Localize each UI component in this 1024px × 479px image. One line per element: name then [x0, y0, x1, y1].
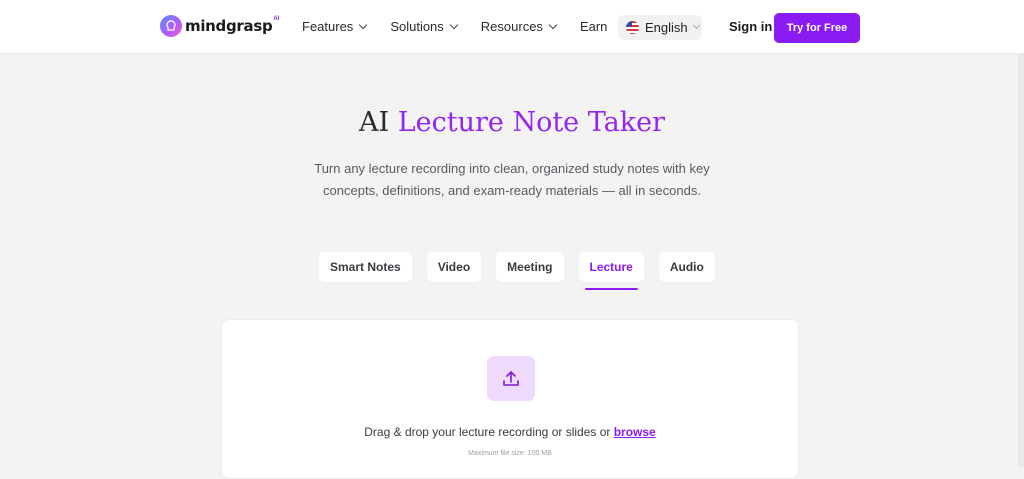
language-label: English [645, 20, 688, 35]
nav-solutions[interactable]: Solutions [390, 19, 459, 34]
dropzone-text: Drag & drop your lecture recording or sl… [364, 425, 614, 439]
max-file-size-note: Maximum file size: 100 MB [468, 450, 552, 457]
logo-text: mindgrasp [185, 17, 273, 35]
try-for-free-button[interactable]: Try for Free [774, 13, 860, 43]
logo[interactable]: mindgrasp AI [160, 15, 279, 37]
upload-icon [503, 370, 519, 386]
brain-icon [160, 15, 182, 37]
page-title-accent: Lecture Note Taker [397, 107, 666, 138]
chevron-down-icon [692, 21, 700, 30]
page-title-plain: AI [358, 107, 398, 138]
upload-button[interactable] [487, 356, 535, 401]
tab-lecture[interactable]: Lecture [578, 252, 644, 290]
page-title: AI Lecture Note Taker [0, 107, 1024, 138]
tab-audio[interactable]: Audio [658, 252, 715, 282]
main-nav: Features Solutions Resources Earn [302, 19, 631, 34]
tab-smart-notes[interactable]: Smart Notes [319, 252, 412, 282]
nav-features[interactable]: Features [302, 19, 368, 34]
logo-ai-badge: AI [273, 16, 280, 22]
nav-features-label: Features [302, 19, 354, 34]
tab-video[interactable]: Video [426, 252, 482, 282]
chevron-down-icon [449, 20, 459, 29]
nav-resources[interactable]: Resources [480, 19, 558, 34]
page-subtitle: Turn any lecture recording into clean, o… [314, 161, 710, 198]
sign-in-link[interactable]: Sign in [729, 19, 772, 34]
nav-solutions-label: Solutions [390, 19, 444, 34]
us-flag-icon [626, 21, 639, 34]
nav-earn-label: Earn [579, 19, 608, 34]
top-navbar: mindgrasp AI Features Solutions Resource… [0, 0, 1024, 54]
chevron-down-icon [548, 20, 558, 29]
nav-earn[interactable]: Earn [580, 19, 607, 34]
chevron-down-icon [359, 20, 368, 29]
language-selector[interactable]: English [618, 15, 702, 40]
browse-link[interactable]: browse [614, 425, 656, 439]
nav-resources-label: Resources [480, 19, 543, 34]
tab-meeting[interactable]: Meeting [496, 252, 564, 282]
mode-tabs: Smart Notes Video Meeting Lecture Audio [319, 252, 730, 290]
upload-dropzone[interactable]: Drag & drop your lecture recording or sl… [221, 319, 799, 479]
dropzone-instructions: Drag & drop your lecture recording or sl… [222, 425, 798, 439]
